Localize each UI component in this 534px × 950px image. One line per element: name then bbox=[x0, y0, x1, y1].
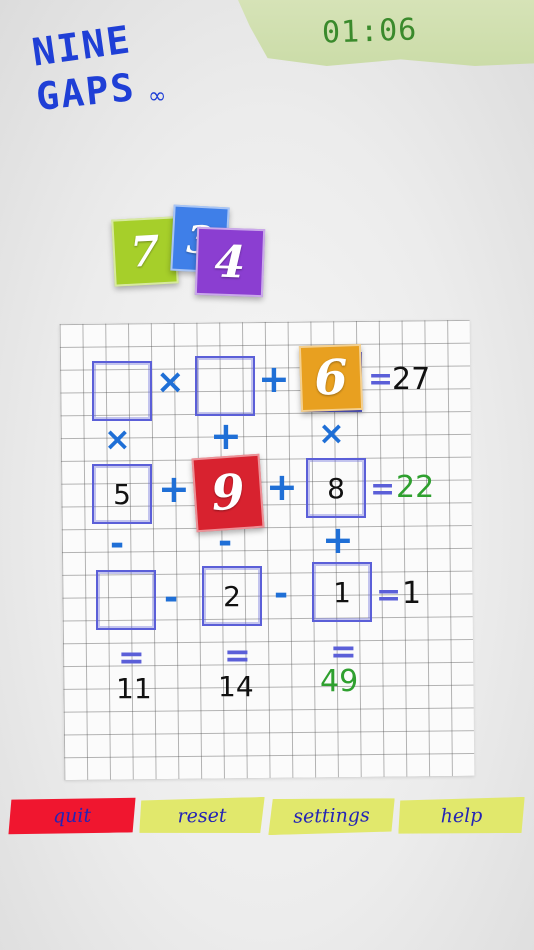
col-result-2: 14 bbox=[218, 670, 254, 703]
cell-r2c3[interactable]: 8 bbox=[306, 458, 366, 518]
equals-r1: = bbox=[368, 362, 394, 397]
col-op-top-1: × bbox=[104, 420, 131, 458]
col-result-1: 11 bbox=[116, 672, 152, 705]
cell-r1c1[interactable] bbox=[92, 361, 152, 421]
op-r1-1: × bbox=[156, 362, 185, 402]
result-r3: 1 bbox=[402, 576, 422, 611]
col-op-top-2: + bbox=[210, 414, 242, 458]
cell-r3c3[interactable]: 1 bbox=[312, 562, 372, 622]
infinity-mode-icon: ∞ bbox=[148, 84, 167, 109]
col-op-bottom-3: + bbox=[322, 518, 354, 562]
result-r1: 27 bbox=[392, 362, 431, 397]
op-r1-2: + bbox=[258, 357, 290, 401]
op-r3-2: - bbox=[274, 574, 289, 614]
settings-button[interactable]: settings bbox=[268, 797, 396, 835]
placed-tile-6[interactable]: 6 bbox=[298, 343, 364, 413]
timer: 01:06 bbox=[321, 12, 418, 51]
col-op-bottom-1: - bbox=[110, 524, 125, 564]
col-op-bottom-2: - bbox=[218, 522, 233, 562]
help-button[interactable]: help bbox=[398, 797, 526, 835]
col-result-3: 49 bbox=[320, 664, 359, 699]
equals-r2: = bbox=[370, 472, 396, 507]
col-equals-1: = bbox=[118, 638, 145, 676]
result-r2: 22 bbox=[396, 470, 435, 505]
placed-tile-9[interactable]: 9 bbox=[191, 453, 265, 533]
tray-tile-4[interactable]: 4 bbox=[194, 226, 266, 298]
reset-button[interactable]: reset bbox=[139, 797, 266, 835]
cell-r3c1[interactable] bbox=[96, 570, 156, 630]
tray-tile-7[interactable]: 7 bbox=[111, 216, 179, 287]
cell-r1c2[interactable] bbox=[195, 356, 255, 416]
equals-r3: = bbox=[376, 578, 402, 613]
cell-r3c2[interactable]: 2 bbox=[202, 566, 262, 626]
logo-line-2: GAPS bbox=[33, 64, 138, 120]
col-equals-2: = bbox=[224, 636, 251, 674]
op-r2-2: + bbox=[266, 465, 298, 509]
game-logo: NINE GAPS ∞ bbox=[28, 17, 178, 132]
col-op-top-3: × bbox=[318, 414, 345, 452]
op-r3-1: - bbox=[164, 578, 179, 618]
cell-r2c1[interactable]: 5 bbox=[92, 464, 152, 524]
quit-button[interactable]: quit bbox=[8, 796, 137, 835]
op-r2-1: + bbox=[158, 467, 190, 511]
